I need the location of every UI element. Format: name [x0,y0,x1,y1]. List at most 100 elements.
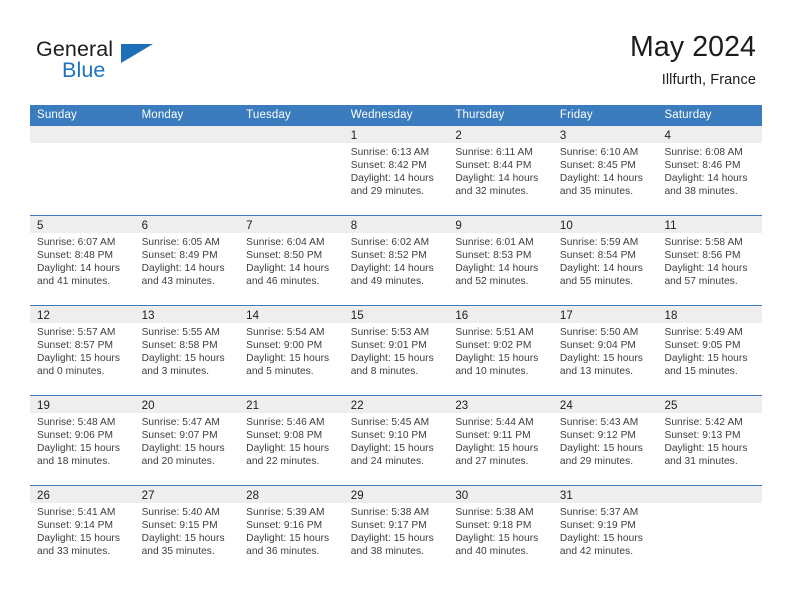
sunset-text: Sunset: 8:50 PM [246,250,323,262]
day-number: 20 [141,400,155,412]
calendar-day-cell[interactable]: 4 Sunrise: 6:08 AM Sunset: 8:46 PM Daylight… [657,126,763,215]
day-sun-info: Sunrise: 6:08 AM Sunset: 8:46 PM Daylight:… [657,143,762,198]
sunset-text: Sunset: 9:02 PM [455,340,532,352]
day-number: 16 [455,310,469,322]
sunset-text: Sunset: 9:01 PM [350,340,427,352]
daylight-text-line1: Daylight: 15 hours [246,353,330,365]
day-sun-info: Sunrise: 5:44 AM Sunset: 9:11 PM Daylight:… [448,413,553,468]
calendar-day-cell[interactable]: 1 Sunrise: 6:13 AM Sunset: 8:42 PM Daylight… [343,126,449,215]
day-number: 23 [455,400,469,412]
calendar-day-cell[interactable]: 29 Sunrise: 5:38 AM Sunset: 9:17 PM Dayligh… [343,486,449,575]
sunset-text: Sunset: 9:07 PM [141,430,218,442]
calendar-day-cell[interactable]: 23 Sunrise: 5:44 AM Sunset: 9:11 PM Dayligh… [448,396,553,485]
calendar-day-cell[interactable]: 30 Sunrise: 5:38 AM Sunset: 9:18 PM Dayligh… [448,486,553,575]
calendar-day-cell[interactable]: 14 Sunrise: 5:54 AM Sunset: 9:00 PM Dayligh… [239,306,344,395]
daylight-text-line2: and 32 minutes. [455,186,529,198]
daylight-text-line1: Daylight: 14 hours [455,173,539,185]
daylight-text-line1: Daylight: 15 hours [141,353,225,365]
sunrise-text: Sunrise: 6:07 AM [37,237,116,248]
calendar-day-cell[interactable]: 25 Sunrise: 5:42 AM Sunset: 9:13 PM Dayligh… [657,396,763,485]
calendar-day-cell[interactable]: 8 Sunrise: 6:02 AM Sunset: 8:52 PM Daylight… [343,216,449,305]
daylight-text-line1: Daylight: 15 hours [37,533,121,545]
sunset-text: Sunset: 9:19 PM [559,520,636,532]
sunset-text: Sunset: 9:18 PM [455,520,532,532]
sunrise-text: Sunrise: 5:37 AM [559,507,639,518]
day-sun-info: Sunrise: 5:45 AM Sunset: 9:10 PM Daylight:… [344,413,449,468]
daylight-text-line2: and 8 minutes. [350,366,419,378]
daylight-text-line2: and 35 minutes. [559,186,634,198]
calendar-day-cell[interactable]: 2 Sunrise: 6:11 AM Sunset: 8:44 PM Daylight… [448,126,553,215]
daylight-text-line2: and 52 minutes. [455,276,529,288]
day-sun-info: Sunrise: 6:02 AM Sunset: 8:52 PM Daylight:… [344,233,449,288]
day-number: 29 [350,490,364,502]
sunset-text: Sunset: 9:05 PM [664,340,741,352]
calendar-week-row: 5 Sunrise: 6:07 AM Sunset: 8:48 PM Daylight… [30,215,763,305]
daylight-text-line1: Daylight: 14 hours [559,173,643,185]
day-number-band: 24 [552,396,658,413]
weekday-header-tuesday: Tuesday [246,109,291,121]
sunrise-text: Sunrise: 6:11 AM [455,147,533,158]
calendar-week-row: 19 Sunrise: 5:48 AM Sunset: 9:06 PM Dayligh… [30,395,763,485]
day-number: 1 [350,130,358,142]
day-number: 9 [455,220,462,232]
calendar-day-cell[interactable]: 3 Sunrise: 6:10 AM Sunset: 8:45 PM Daylight… [552,126,658,215]
daylight-text-line1: Daylight: 14 hours [664,173,748,185]
sunrise-text: Sunrise: 5:54 AM [246,327,325,338]
day-number-band: 20 [134,396,240,413]
calendar-day-cell[interactable]: 26 Sunrise: 5:41 AM Sunset: 9:14 PM Dayligh… [30,486,135,575]
calendar-day-cell[interactable]: 31 Sunrise: 5:37 AM Sunset: 9:19 PM Dayligh… [552,486,658,575]
day-number-band: 1 [343,126,449,143]
sunrise-text: Sunrise: 5:57 AM [37,327,116,338]
day-number-band: 8 [343,216,449,233]
calendar-day-cell[interactable]: 15 Sunrise: 5:53 AM Sunset: 9:01 PM Dayligh… [343,306,449,395]
day-sun-info: Sunrise: 5:42 AM Sunset: 9:13 PM Daylight:… [657,413,762,468]
day-sun-info: Sunrise: 5:47 AM Sunset: 9:07 PM Daylight:… [135,413,240,468]
calendar-day-cell[interactable]: 17 Sunrise: 5:50 AM Sunset: 9:04 PM Dayligh… [552,306,658,395]
daylight-text-line2: and 29 minutes. [350,186,424,198]
calendar-grid: Sunday Monday Tuesday Wednesday Thursday Frid… [30,105,763,575]
sunrise-text: Sunrise: 5:39 AM [246,507,325,518]
calendar-day-cell[interactable]: 5 Sunrise: 6:07 AM Sunset: 8:48 PM Daylight… [30,216,135,305]
daylight-text-line2: and 27 minutes. [455,456,529,468]
sunrise-text: Sunrise: 5:45 AM [350,417,430,428]
calendar-day-cell-empty [239,126,344,215]
calendar-day-cell[interactable]: 21 Sunrise: 5:46 AM Sunset: 9:08 PM Dayligh… [239,396,344,485]
day-sun-info: Sunrise: 6:05 AM Sunset: 8:49 PM Daylight:… [135,233,240,288]
calendar-day-cell[interactable]: 6 Sunrise: 6:05 AM Sunset: 8:49 PM Daylight… [134,216,240,305]
sunrise-text: Sunrise: 5:42 AM [664,417,743,428]
calendar-day-cell[interactable]: 16 Sunrise: 5:51 AM Sunset: 9:02 PM Dayligh… [448,306,553,395]
calendar-day-cell[interactable]: 11 Sunrise: 5:58 AM Sunset: 8:56 PM Dayligh… [657,216,763,305]
day-sun-info: Sunrise: 5:41 AM Sunset: 9:14 PM Daylight:… [30,503,135,558]
day-sun-info: Sunrise: 6:01 AM Sunset: 8:53 PM Daylight:… [448,233,553,288]
sunset-text: Sunset: 9:14 PM [37,520,114,532]
day-number-band: 2 [448,126,553,143]
calendar-day-cell[interactable]: 27 Sunrise: 5:40 AM Sunset: 9:15 PM Dayligh… [134,486,240,575]
calendar-day-cell[interactable]: 19 Sunrise: 5:48 AM Sunset: 9:06 PM Dayligh… [30,396,135,485]
day-number: 24 [559,400,573,412]
daylight-text-line2: and 57 minutes. [664,276,738,288]
calendar-day-cell[interactable]: 18 Sunrise: 5:49 AM Sunset: 9:05 PM Dayligh… [657,306,763,395]
daylight-text-line1: Daylight: 14 hours [350,173,434,185]
day-number: 28 [246,490,260,502]
calendar-day-cell[interactable]: 22 Sunrise: 5:45 AM Sunset: 9:10 PM Dayligh… [343,396,449,485]
calendar-day-cell[interactable]: 9 Sunrise: 6:01 AM Sunset: 8:53 PM Daylight… [448,216,553,305]
calendar-day-cell[interactable]: 7 Sunrise: 6:04 AM Sunset: 8:50 PM Daylight… [239,216,344,305]
calendar-day-cell[interactable]: 20 Sunrise: 5:47 AM Sunset: 9:07 PM Dayligh… [134,396,240,485]
daylight-text-line2: and 31 minutes. [664,456,738,468]
calendar-day-cell[interactable]: 24 Sunrise: 5:43 AM Sunset: 9:12 PM Dayligh… [552,396,658,485]
day-number: 7 [246,220,253,232]
calendar-day-cell[interactable]: 28 Sunrise: 5:39 AM Sunset: 9:16 PM Dayligh… [239,486,344,575]
day-sun-info: Sunrise: 6:13 AM Sunset: 8:42 PM Daylight:… [344,143,449,198]
sunrise-text: Sunrise: 5:48 AM [37,417,116,428]
sunrise-text: Sunrise: 6:01 AM [455,237,534,248]
brand-logo[interactable]: General Blue [36,37,256,93]
calendar-day-cell[interactable]: 10 Sunrise: 5:59 AM Sunset: 8:54 PM Dayligh… [552,216,658,305]
calendar-day-cell-empty [134,126,240,215]
daylight-text-line2: and 15 minutes. [664,366,738,378]
calendar-day-cell[interactable]: 12 Sunrise: 5:57 AM Sunset: 8:57 PM Dayligh… [30,306,135,395]
daylight-text-line2: and 3 minutes. [141,366,210,378]
weekday-header-saturday: Saturday [664,109,712,121]
daylight-text-line2: and 20 minutes. [141,456,215,468]
sunrise-text: Sunrise: 6:05 AM [141,237,220,248]
calendar-day-cell[interactable]: 13 Sunrise: 5:55 AM Sunset: 8:58 PM Dayligh… [134,306,240,395]
